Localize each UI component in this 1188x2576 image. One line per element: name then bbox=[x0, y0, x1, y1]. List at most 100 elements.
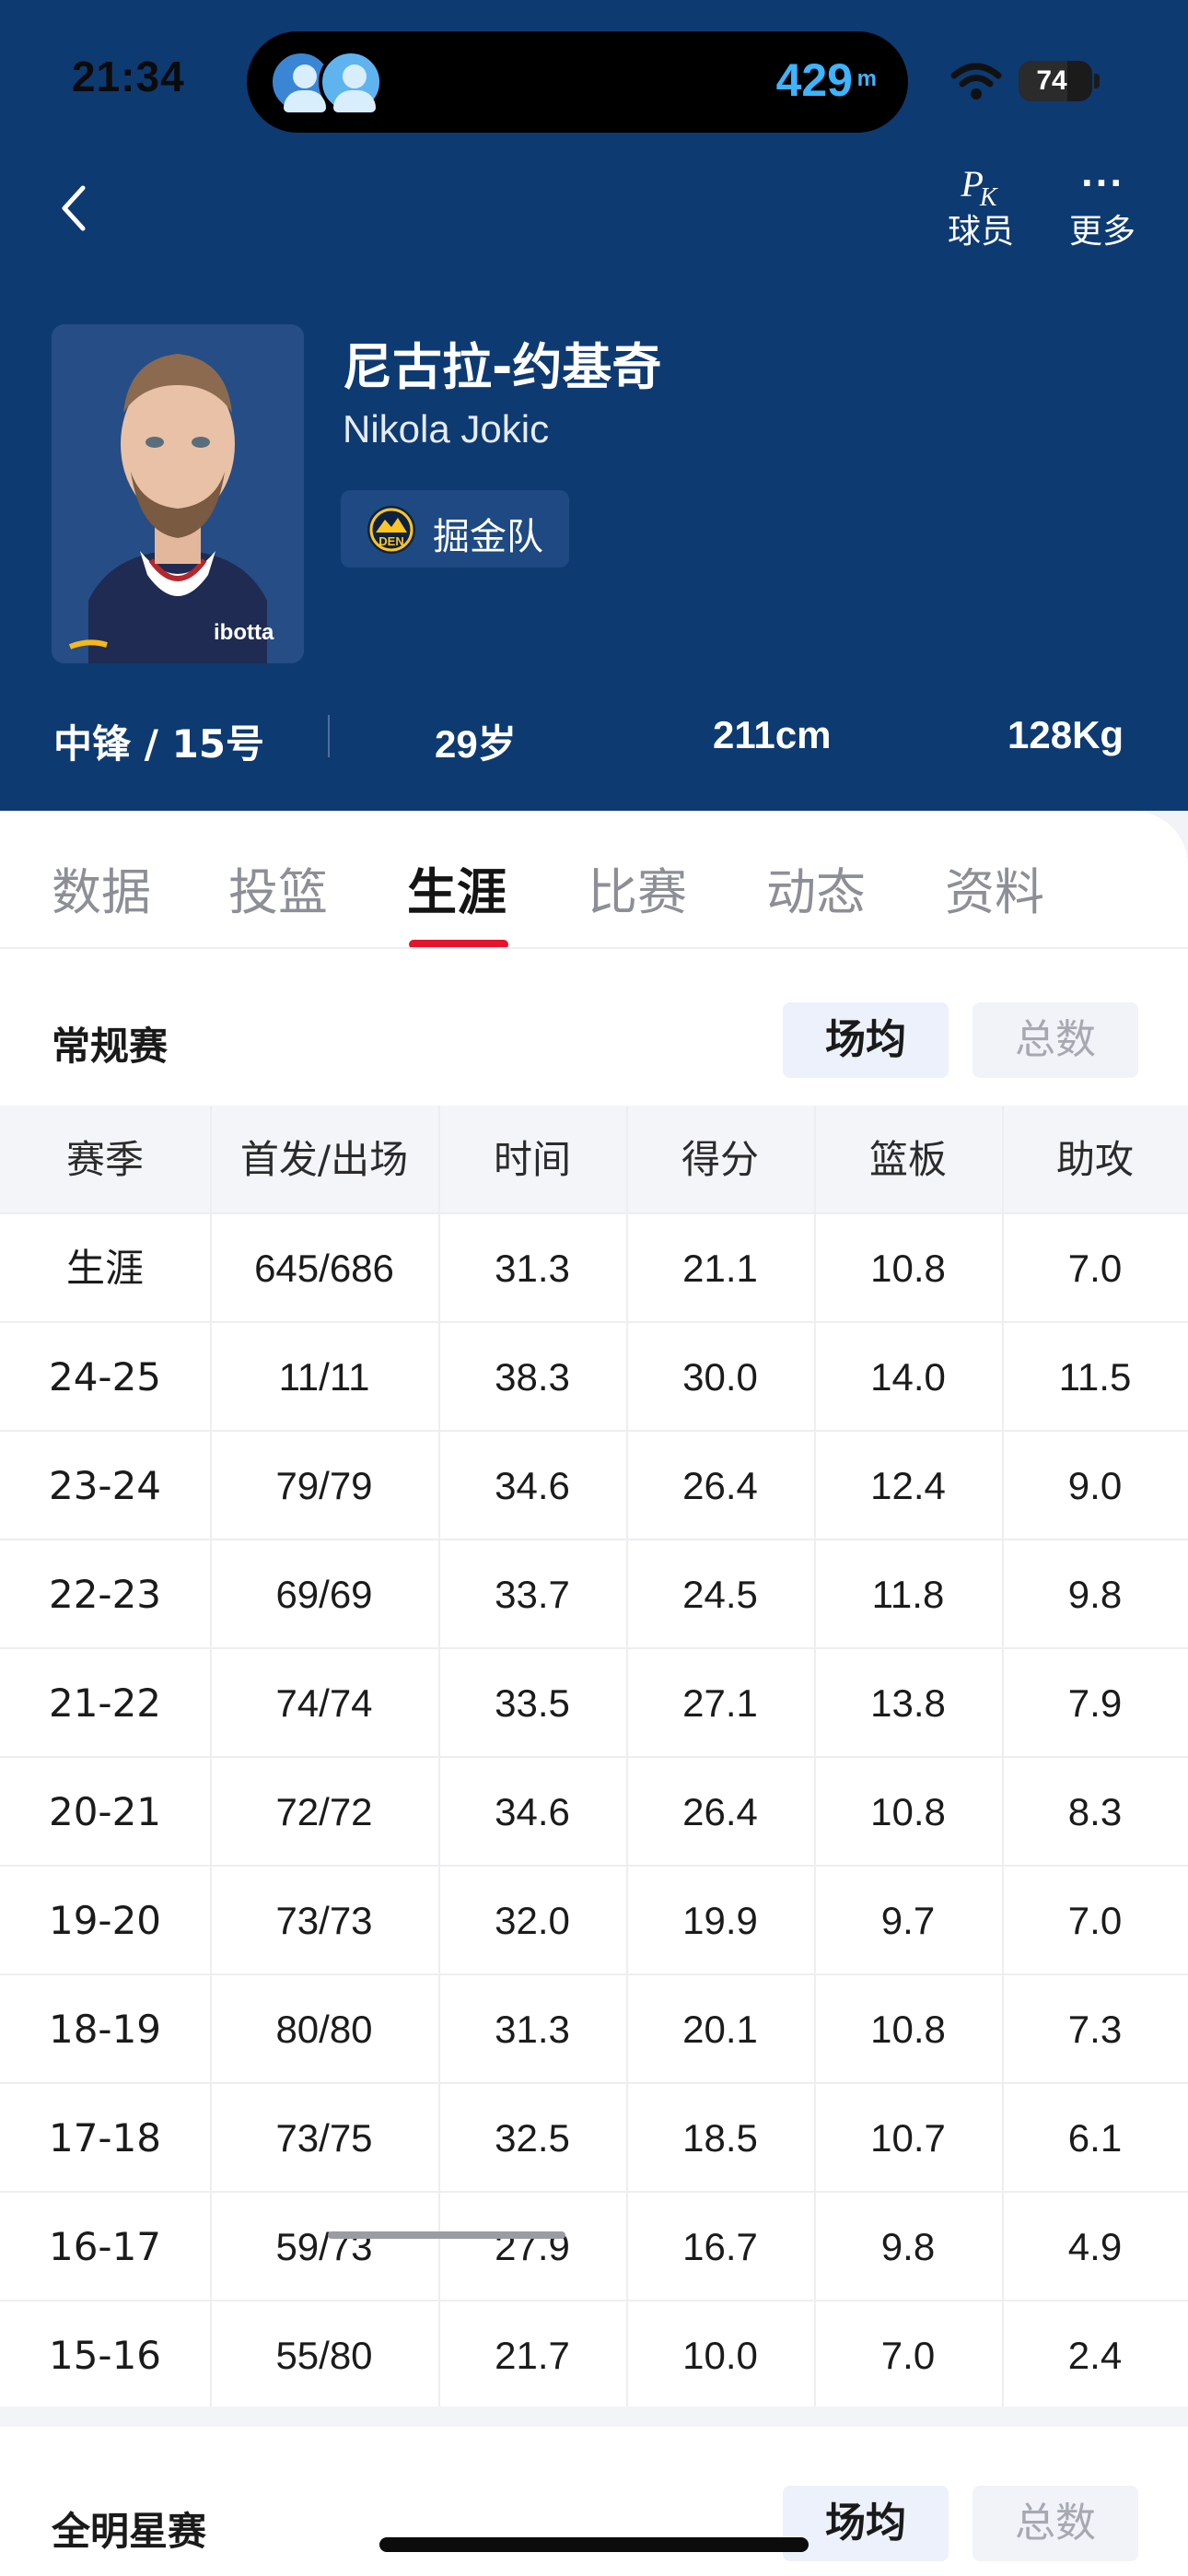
table-cell: 21.7 bbox=[495, 2334, 570, 2377]
horizontal-scroll-indicator[interactable] bbox=[328, 2231, 565, 2239]
column-divider bbox=[814, 1432, 816, 1540]
column-header[interactable]: 得分 bbox=[626, 1106, 814, 1214]
tab-profile[interactable]: 资料 bbox=[945, 851, 1044, 924]
all-star-toggle-total-button[interactable]: 总数 bbox=[973, 2486, 1138, 2561]
table-cell: 7.3 bbox=[1067, 2008, 1123, 2051]
column-divider bbox=[438, 2301, 440, 2410]
table-cell: 10.8 bbox=[870, 2008, 946, 2051]
column-header[interactable]: 时间 bbox=[438, 1106, 626, 1214]
tab-career[interactable]: 生涯 bbox=[407, 851, 507, 924]
column-divider bbox=[626, 1540, 628, 1649]
section-gap bbox=[0, 2406, 1188, 2427]
table-cell: 12.4 bbox=[870, 1464, 946, 1507]
table-cell: 4.9 bbox=[1067, 2225, 1123, 2268]
player-height: 211cm bbox=[713, 713, 832, 756]
table-cell: 31.3 bbox=[495, 2008, 570, 2051]
column-divider bbox=[438, 1540, 440, 1649]
tab-data[interactable]: 数据 bbox=[52, 851, 151, 924]
column-divider bbox=[814, 2084, 816, 2193]
more-button[interactable]: ··· 更多 bbox=[1052, 157, 1153, 258]
column-header[interactable]: 首发/出场 bbox=[210, 1106, 438, 1214]
section-title-all-star: 全明星赛 bbox=[52, 2509, 207, 2554]
column-divider bbox=[210, 1323, 212, 1432]
column-header[interactable]: 篮板 bbox=[814, 1106, 1002, 1214]
column-divider bbox=[626, 2193, 628, 2301]
dynamic-island[interactable]: 429 m bbox=[247, 31, 908, 133]
table-cell: 73/75 bbox=[275, 2116, 373, 2160]
career-stats-table: 赛季 首发/出场 时间 得分 篮板 助攻 生涯 645/686 31.3 21.1 10… bbox=[0, 1106, 1188, 2410]
table-cell: 15-16 bbox=[48, 2333, 162, 2378]
table-cell: 27.9 bbox=[495, 2225, 570, 2268]
column-divider bbox=[1002, 2193, 1004, 2301]
info-divider bbox=[328, 715, 330, 757]
table-cell: 21.1 bbox=[682, 1247, 758, 1290]
tab-news[interactable]: 动态 bbox=[766, 851, 866, 924]
table-cell: 19-20 bbox=[48, 1898, 162, 1943]
table-cell: 9.8 bbox=[880, 2225, 936, 2268]
column-divider bbox=[814, 2301, 816, 2410]
table-cell: 6.1 bbox=[1067, 2116, 1123, 2160]
more-icon: ··· bbox=[1080, 165, 1124, 203]
column-divider bbox=[210, 1540, 212, 1649]
island-distance-unit: m bbox=[856, 66, 877, 91]
column-divider bbox=[210, 1649, 212, 1758]
table-cell: 11/11 bbox=[278, 1355, 370, 1399]
table-cell: 10.8 bbox=[870, 1247, 946, 1290]
table-cell: 22-23 bbox=[48, 1572, 162, 1617]
column-divider bbox=[438, 1106, 440, 1214]
column-divider bbox=[438, 1323, 440, 1432]
table-cell: 7.9 bbox=[1067, 1681, 1123, 1725]
tab-shooting[interactable]: 投篮 bbox=[228, 851, 328, 924]
table-row: 22-23 69/69 33.7 24.5 11.8 9.8 bbox=[0, 1540, 1188, 1649]
home-indicator[interactable] bbox=[379, 2537, 809, 2552]
pk-icon: PK bbox=[961, 163, 997, 212]
table-cell: 24-25 bbox=[48, 1354, 162, 1399]
table-cell: 73/73 bbox=[275, 1899, 373, 1942]
column-divider bbox=[210, 2301, 212, 2410]
tab-games[interactable]: 比赛 bbox=[588, 851, 687, 924]
column-divider bbox=[1002, 1758, 1004, 1867]
player-photo: ibotta bbox=[52, 324, 304, 663]
column-header[interactable]: 赛季 bbox=[0, 1106, 210, 1214]
table-cell: 14.0 bbox=[870, 1355, 946, 1399]
player-info-row: 中锋 / 15号 29岁 211cm 128Kg bbox=[0, 700, 1188, 774]
table-cell: 74/74 bbox=[275, 1681, 373, 1725]
pk-button[interactable]: PK 球员 bbox=[930, 157, 1031, 258]
column-divider bbox=[814, 1867, 816, 1975]
column-divider bbox=[438, 1214, 440, 1323]
column-divider bbox=[626, 2301, 628, 2410]
table-cell: 18-19 bbox=[48, 2007, 162, 2052]
table-row: 20-21 72/72 34.6 26.4 10.8 8.3 bbox=[0, 1758, 1188, 1867]
back-button[interactable] bbox=[55, 181, 92, 236]
column-divider bbox=[438, 1867, 440, 1975]
column-divider bbox=[814, 1975, 816, 2084]
column-divider bbox=[438, 1432, 440, 1540]
toggle-total-button[interactable]: 总数 bbox=[973, 1002, 1138, 1078]
toggle-average-button[interactable]: 场均 bbox=[783, 1002, 949, 1078]
all-star-toggle-average-button[interactable]: 场均 bbox=[783, 2486, 949, 2561]
table-cell: 38.3 bbox=[495, 1355, 570, 1399]
column-divider bbox=[210, 1867, 212, 1975]
table-row: 24-25 11/11 38.3 30.0 14.0 11.5 bbox=[0, 1323, 1188, 1432]
table-cell: 34.6 bbox=[495, 1464, 570, 1507]
table-cell: 8.3 bbox=[1067, 1790, 1123, 1833]
pk-label: 球员 bbox=[947, 213, 1014, 251]
table-cell: 645/686 bbox=[254, 1247, 394, 1290]
table-cell: 80/80 bbox=[275, 2008, 373, 2051]
table-cell: 33.5 bbox=[495, 1681, 570, 1725]
status-time: 21:34 bbox=[72, 53, 185, 100]
table-cell: 24.5 bbox=[682, 1573, 758, 1616]
svg-text:DEN: DEN bbox=[379, 534, 403, 548]
table-cell: 9.8 bbox=[1067, 1573, 1123, 1616]
column-divider bbox=[210, 1106, 212, 1214]
player-weight: 128Kg bbox=[1007, 713, 1124, 756]
table-row: 15-16 55/80 21.7 10.0 7.0 2.4 bbox=[0, 2301, 1188, 2410]
table-cell: 11.8 bbox=[871, 1573, 945, 1616]
table-cell: 30.0 bbox=[682, 1355, 758, 1399]
table-cell: 7.0 bbox=[880, 2334, 936, 2377]
team-chip[interactable]: DEN 掘金队 bbox=[341, 490, 569, 568]
column-divider bbox=[626, 1214, 628, 1323]
column-header[interactable]: 助攻 bbox=[1002, 1106, 1188, 1214]
column-divider bbox=[1002, 2301, 1004, 2410]
table-row: 21-22 74/74 33.5 27.1 13.8 7.9 bbox=[0, 1649, 1188, 1758]
